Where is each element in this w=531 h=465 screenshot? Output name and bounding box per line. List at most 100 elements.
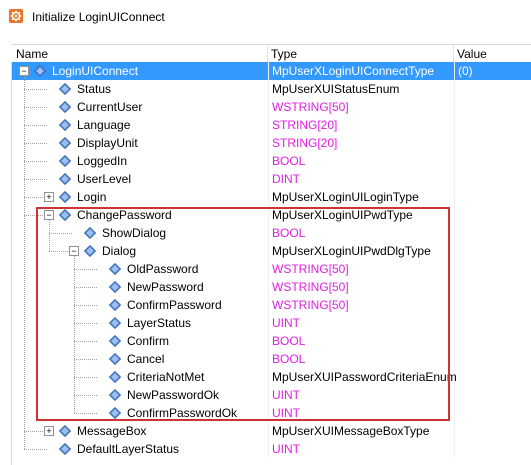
collapse-icon[interactable]: −	[19, 66, 29, 76]
variable-name: ShowDialog	[102, 226, 167, 240]
tree-connector	[74, 305, 97, 306]
column-divider	[454, 440, 455, 458]
column-divider	[268, 224, 269, 242]
expand-icon[interactable]: +	[44, 192, 54, 202]
column-headers: Name Type Value	[11, 44, 531, 63]
column-header-name[interactable]: Name	[16, 47, 48, 61]
variable-name: LoggedIn	[77, 154, 128, 168]
settings-gear-icon	[9, 9, 23, 23]
column-divider	[268, 314, 269, 332]
tree-connector	[49, 220, 50, 251]
tree-connector	[74, 395, 97, 396]
tree-connector	[74, 323, 97, 324]
tree-row[interactable]: DefaultLayerStatus UINT	[12, 440, 531, 458]
tree-row[interactable]: − LoginUIConnect MpUserXLoginUIConnectType…	[12, 62, 531, 80]
tree-row[interactable]: Status MpUserXUIStatusEnum	[12, 80, 531, 98]
tree-row[interactable]: OldPassword WSTRING[50]	[12, 260, 531, 278]
column-divider	[454, 242, 455, 260]
variable-type: MpUserXUIStatusEnum	[272, 82, 400, 96]
tree-row[interactable]: ConfirmPassword WSTRING[50]	[12, 296, 531, 314]
column-divider[interactable]	[453, 45, 454, 62]
variable-name: NewPassword	[127, 280, 204, 294]
column-divider	[268, 188, 269, 206]
column-divider	[268, 440, 269, 458]
column-header-value[interactable]: Value	[457, 47, 487, 61]
column-divider	[454, 350, 455, 368]
tree-connector	[74, 256, 75, 413]
tree-connector	[24, 107, 47, 108]
tree-row[interactable]: + MessageBox MpUserXUIMessageBoxType	[12, 422, 531, 440]
tree-row[interactable]: NewPassword WSTRING[50]	[12, 278, 531, 296]
variable-name: ConfirmPassword	[127, 298, 222, 312]
column-divider	[268, 404, 269, 422]
column-divider	[268, 386, 269, 404]
tree-row[interactable]: UserLevel DINT	[12, 170, 531, 188]
column-divider	[268, 134, 269, 152]
variable-type: MpUserXLoginUIConnectType	[272, 64, 435, 78]
variable-type: MpUserXLoginUILoginType	[272, 190, 419, 204]
column-divider	[454, 422, 455, 440]
variable-name: Confirm	[127, 334, 170, 348]
variable-type: UINT	[272, 388, 300, 402]
variable-type: BOOL	[272, 352, 306, 366]
tree-row[interactable]: Confirm BOOL	[12, 332, 531, 350]
variable-name: Dialog	[102, 244, 137, 258]
variable-icon	[58, 136, 72, 150]
column-divider	[268, 350, 269, 368]
column-divider	[268, 116, 269, 134]
variable-type: STRING[20]	[272, 118, 338, 132]
column-header-type[interactable]: Type	[271, 47, 297, 61]
tree-row[interactable]: DisplayUnit STRING[20]	[12, 134, 531, 152]
column-divider	[454, 404, 455, 422]
variable-icon	[108, 352, 122, 366]
column-divider	[268, 296, 269, 314]
tree-row[interactable]: ConfirmPasswordOk UINT	[12, 404, 531, 422]
variable-name: DisplayUnit	[77, 136, 138, 150]
tree-row[interactable]: LoggedIn BOOL	[12, 152, 531, 170]
column-divider	[454, 386, 455, 404]
variable-type: UINT	[272, 442, 300, 456]
variable-name: Language	[77, 118, 131, 132]
tree-row[interactable]: Cancel BOOL	[12, 350, 531, 368]
variable-type: MpUserXLoginUIPwdType	[272, 208, 413, 222]
tree-row[interactable]: NewPasswordOk UINT	[12, 386, 531, 404]
variable-type: WSTRING[50]	[272, 100, 349, 114]
tree-row[interactable]: ShowDialog BOOL	[12, 224, 531, 242]
variable-value[interactable]: (0)	[458, 64, 473, 78]
variable-name: LoginUIConnect	[52, 64, 139, 78]
variable-name: Status	[77, 82, 112, 96]
variable-icon	[108, 262, 122, 276]
variable-type: MpUserXLoginUIPwdDlgType	[272, 244, 431, 258]
tree-connector	[24, 161, 47, 162]
column-divider[interactable]	[267, 45, 268, 62]
tree-row[interactable]: LayerStatus UINT	[12, 314, 531, 332]
column-divider	[454, 278, 455, 296]
tree-row[interactable]: CriteriaNotMet MpUserXUIPasswordCriteriaE…	[12, 368, 531, 386]
column-divider	[268, 260, 269, 278]
variable-type: BOOL	[272, 334, 306, 348]
variable-type: BOOL	[272, 226, 306, 240]
tree-row[interactable]: + Login MpUserXLoginUILoginType	[12, 188, 531, 206]
collapse-icon[interactable]: −	[44, 210, 54, 220]
variable-type: MpUserXUIMessageBoxType	[272, 424, 430, 438]
variable-icon	[58, 442, 72, 456]
variable-icon	[83, 226, 97, 240]
tree-row[interactable]: Language STRING[20]	[12, 116, 531, 134]
tree-row[interactable]: − Dialog MpUserXLoginUIPwdDlgType	[12, 242, 531, 260]
variable-tree: − LoginUIConnect MpUserXLoginUIConnectType…	[11, 62, 531, 465]
variable-type: WSTRING[50]	[272, 280, 349, 294]
variable-icon	[58, 118, 72, 132]
variable-type: BOOL	[272, 154, 306, 168]
variable-type: STRING[20]	[272, 136, 338, 150]
expand-icon[interactable]: +	[44, 426, 54, 436]
variable-icon	[58, 100, 72, 114]
variable-name: Cancel	[127, 352, 165, 366]
column-divider	[268, 206, 269, 224]
title-bar: Initialize LoginUIConnect	[0, 0, 531, 34]
tree-row[interactable]: − ChangePassword MpUserXLoginUIPwdType	[12, 206, 531, 224]
variable-icon	[83, 244, 97, 258]
variable-icon	[108, 388, 122, 402]
variable-name: LayerStatus	[127, 316, 192, 330]
collapse-icon[interactable]: −	[69, 246, 79, 256]
tree-row[interactable]: CurrentUser WSTRING[50]	[12, 98, 531, 116]
